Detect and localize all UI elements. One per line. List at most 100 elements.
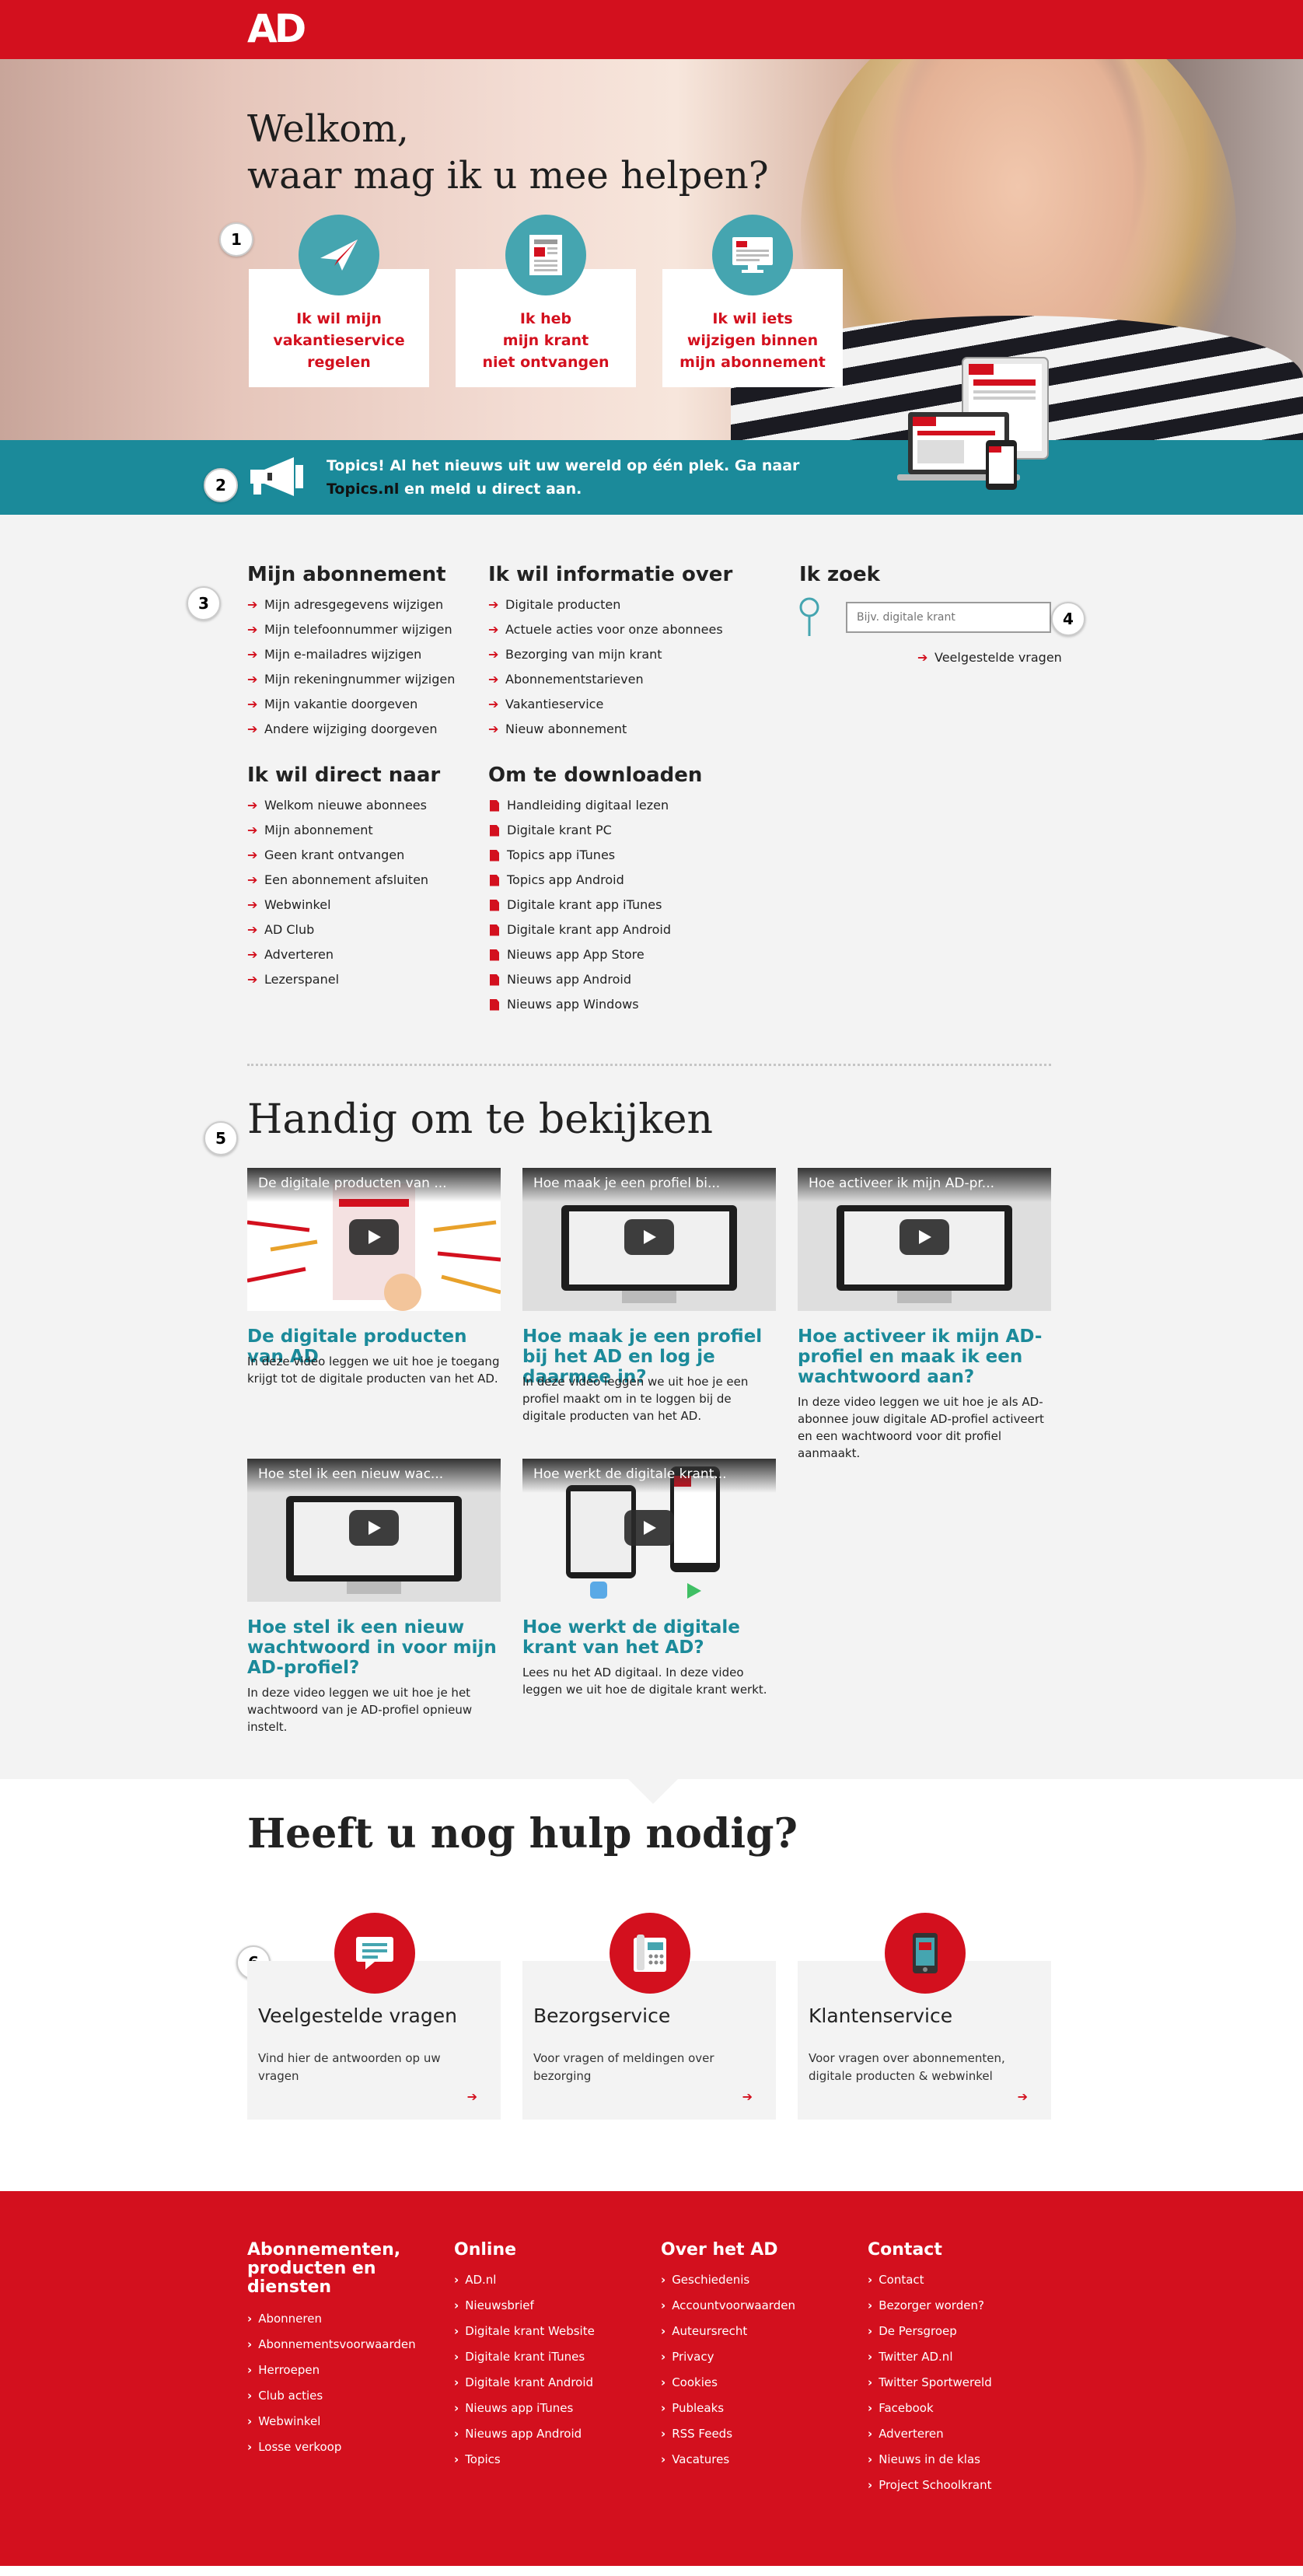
help-card-bezorgservice[interactable]: Bezorgservice Voor vragen of meldingen o… — [522, 1913, 776, 2120]
footer-link[interactable]: Auteursrecht — [661, 2319, 795, 2344]
help-card-veelgestelde-vragen[interactable]: Veelgestelde vragen Vind hier de antwoor… — [247, 1913, 501, 2120]
tile-vakantieservice[interactable]: Ik wil mijn vakantieservice regelen — [249, 215, 429, 387]
footer-link[interactable]: RSS Feeds — [661, 2421, 795, 2447]
list-item[interactable]: Digitale krant app Android — [488, 918, 671, 942]
list-item[interactable]: Handleiding digitaal lezen — [488, 793, 671, 818]
footer-link[interactable]: Nieuws app Android — [454, 2421, 595, 2447]
video-title[interactable]: Hoe stel ik een nieuw wachtwoord in voor… — [247, 1617, 501, 1678]
list-item[interactable]: ➔ Vakantieservice — [488, 692, 723, 717]
video-player[interactable]: Hoe maak je een profiel bi... — [522, 1168, 776, 1311]
footer-link[interactable]: Project Schoolkrant — [868, 2473, 992, 2498]
video-player[interactable]: Hoe werkt de digitale krant... — [522, 1459, 776, 1602]
ad-logo[interactable]: AD — [247, 9, 306, 48]
devices-illustration — [893, 295, 1064, 490]
tile-label: Ik wil iets — [712, 310, 793, 327]
list-item[interactable]: ➔ Lezerspanel — [247, 967, 428, 992]
list-item[interactable]: Topics app Android — [488, 868, 671, 893]
footer-link[interactable]: Facebook — [868, 2396, 992, 2421]
footer-link[interactable]: Abonnementsvoorwaarden — [247, 2332, 415, 2358]
heading-downloaden: Om te downloaden — [488, 764, 703, 787]
footer-link[interactable]: Abonneren — [247, 2306, 416, 2332]
hero-title-line1: Welkom, — [247, 107, 409, 151]
tile-krant-niet-ontvangen[interactable]: Ik heb mijn krant niet ontvangen — [456, 215, 636, 387]
list-item[interactable]: ➔ Nieuw abonnement — [488, 717, 723, 742]
list-item[interactable]: Digitale krant app iTunes — [488, 893, 671, 918]
footer-link[interactable]: Adverteren — [868, 2421, 992, 2447]
footer-link[interactable]: Digitale krant Android — [454, 2370, 595, 2396]
footer-link[interactable]: Nieuws app iTunes — [454, 2396, 595, 2421]
list-item[interactable]: ➔ Mijn telefoonnummer wijzigen — [247, 617, 455, 642]
video-player[interactable]: Hoe activeer ik mijn AD-pr... — [798, 1168, 1051, 1311]
list-item[interactable]: ➔ Webwinkel — [247, 893, 428, 918]
play-icon[interactable] — [900, 1219, 949, 1255]
list-item[interactable]: ➔ Een abonnement afsluiten — [247, 868, 428, 893]
footer-list: Geschiedenis Accountvoorwaarden Auteursr… — [661, 2267, 795, 2473]
arrow-right-icon[interactable]: ➔ — [742, 2089, 753, 2104]
footer-link[interactable]: Publeaks — [661, 2396, 795, 2421]
list-item[interactable]: Nieuws app Windows — [488, 992, 671, 1017]
list-item[interactable]: ➔ Welkom nieuwe abonnees — [247, 793, 428, 818]
footer-link[interactable]: Topics — [454, 2447, 595, 2473]
footer-link[interactable]: Cookies — [661, 2370, 795, 2396]
list-item[interactable]: ➔ Mijn adresgegevens wijzigen — [247, 592, 455, 617]
footer-link[interactable]: Contact — [868, 2267, 992, 2293]
footer-link[interactable]: Bezorger worden? — [868, 2293, 992, 2319]
pdf-file-icon — [490, 899, 499, 911]
footer-link[interactable]: Accountvoorwaarden — [661, 2293, 795, 2319]
footer-link[interactable]: Webwinkel — [247, 2409, 416, 2434]
tile-abonnement-wijzigen[interactable]: Ik wil iets wijzigen binnen mijn abonnem… — [662, 215, 843, 387]
help-card-title: Bezorgservice — [533, 2005, 671, 2027]
help-card-klantenservice[interactable]: Klantenservice Voor vragen over abonneme… — [798, 1913, 1051, 2120]
footer-link[interactable]: Vacatures — [661, 2447, 795, 2473]
list-item[interactable]: ➔ AD Club — [247, 918, 428, 942]
video-title[interactable]: Hoe activeer ik mijn AD-profiel en maak … — [798, 1326, 1051, 1387]
play-icon[interactable] — [624, 1219, 674, 1255]
video-title-bar: Hoe maak je een profiel bi... — [522, 1168, 776, 1202]
list-item[interactable]: ➔ Adverteren — [247, 942, 428, 967]
play-icon[interactable] — [624, 1510, 674, 1546]
video-player[interactable]: De digitale producten van ... — [247, 1168, 501, 1311]
video-title-bar: Hoe werkt de digitale krant... — [522, 1459, 776, 1493]
arrow-right-icon[interactable]: ➔ — [1018, 2089, 1028, 2104]
play-icon[interactable] — [349, 1510, 399, 1546]
footer-link[interactable]: Twitter Sportwereld — [868, 2370, 992, 2396]
footer-link[interactable]: Twitter AD.nl — [868, 2344, 992, 2370]
list-item[interactable]: ➔ Actuele acties voor onze abonnees — [488, 617, 723, 642]
footer-link[interactable]: Digitale krant iTunes — [454, 2344, 595, 2370]
list-item[interactable]: ➔ Andere wijziging doorgeven — [247, 717, 455, 742]
footer-link[interactable]: Losse verkoop — [247, 2434, 416, 2460]
footer-link[interactable]: De Persgroep — [868, 2319, 992, 2344]
list-item[interactable]: Topics app iTunes — [488, 843, 671, 868]
video-player[interactable]: Hoe stel ik een nieuw wac... — [247, 1459, 501, 1602]
list-item[interactable]: ➔ Mijn e-mailadres wijzigen — [247, 642, 455, 667]
magnifier-icon — [798, 597, 821, 641]
list-item[interactable]: Digitale krant PC — [488, 818, 671, 843]
list-item[interactable]: ➔ Geen krant ontvangen — [247, 843, 428, 868]
list-item[interactable]: ➔ Mijn abonnement — [247, 818, 428, 843]
list-item[interactable]: ➔ Mijn rekeningnummer wijzigen — [247, 667, 455, 692]
footer-link[interactable]: Club acties — [247, 2383, 416, 2409]
list-item[interactable]: ➔ Digitale producten — [488, 592, 723, 617]
footer-link[interactable]: Privacy — [661, 2344, 795, 2370]
footer-link[interactable]: Herroepen — [247, 2358, 416, 2383]
list-item[interactable]: Nieuws app App Store — [488, 942, 671, 967]
faq-link[interactable]: ➔ Veelgestelde vragen — [917, 650, 1062, 665]
footer-link[interactable]: Nieuws in de klas — [868, 2447, 992, 2473]
list-item[interactable]: Nieuws app Android — [488, 967, 671, 992]
tile-label: vakantieservice — [273, 332, 405, 349]
play-icon[interactable] — [349, 1219, 399, 1255]
arrow-right-icon[interactable]: ➔ — [467, 2089, 477, 2104]
footer-link[interactable]: Geschiedenis — [661, 2267, 795, 2293]
video-title[interactable]: Hoe werkt de digitale krant van het AD? — [522, 1617, 776, 1658]
topics-link[interactable]: Topics.nl — [327, 481, 399, 498]
footer-link[interactable]: AD.nl — [454, 2267, 595, 2293]
list-item[interactable]: ➔ Mijn vakantie doorgeven — [247, 692, 455, 717]
list-item[interactable]: ➔ Bezorging van mijn krant — [488, 642, 723, 667]
footer-link[interactable]: Digitale krant Website — [454, 2319, 595, 2344]
topics-banner: 2 Topics! Al het nieuws uit uw wereld op… — [0, 440, 1303, 515]
search-input[interactable] — [846, 602, 1051, 633]
help-card-description: Vind hier de antwoorden op uw vragen — [258, 2051, 441, 2083]
list-item[interactable]: ➔ Abonnementstarieven — [488, 667, 723, 692]
footer-link[interactable]: Nieuwsbrief — [454, 2293, 595, 2319]
marker-2: 2 — [204, 468, 238, 502]
